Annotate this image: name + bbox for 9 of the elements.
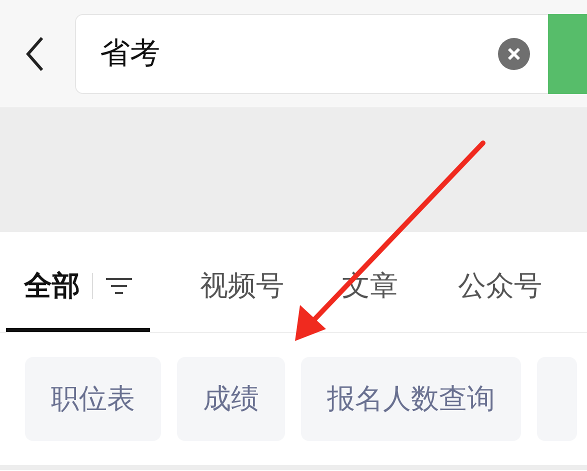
clear-icon[interactable]	[498, 38, 530, 70]
search-field[interactable]: 省考	[75, 14, 548, 94]
filter-icon[interactable]	[105, 276, 133, 296]
tab[interactable]: 视频号	[200, 240, 284, 332]
suggestion-chip[interactable]: 报名人数查询	[301, 357, 521, 441]
tab[interactable]: 公众号	[458, 240, 542, 332]
suggestion-chip[interactable]: 成绩	[177, 357, 285, 441]
tab[interactable]: 全部	[24, 267, 80, 305]
suggestion-chip[interactable]: 职位表	[25, 357, 161, 441]
